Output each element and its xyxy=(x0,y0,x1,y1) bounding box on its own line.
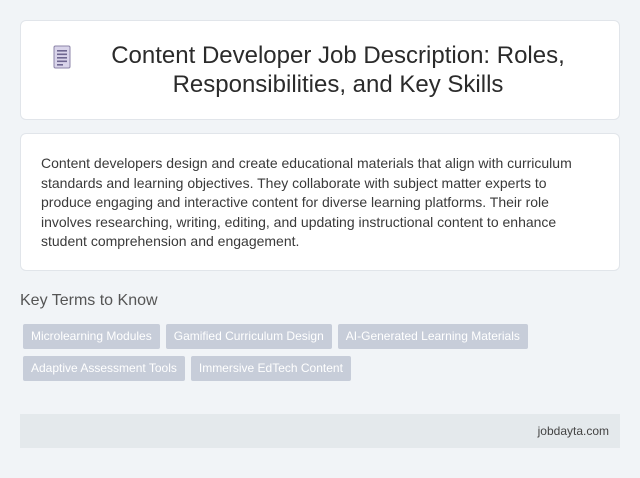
title-row: Content Developer Job Description: Roles… xyxy=(51,41,589,99)
footer: jobdayta.com xyxy=(20,414,620,448)
page: Content Developer Job Description: Roles… xyxy=(0,0,640,478)
footer-site-link[interactable]: jobdayta.com xyxy=(538,424,609,438)
tag-microlearning-modules[interactable]: Microlearning Modules xyxy=(23,324,160,349)
tag-gamified-curriculum-design[interactable]: Gamified Curriculum Design xyxy=(165,324,332,349)
tag-immersive-edtech-content[interactable]: Immersive EdTech Content xyxy=(190,356,351,381)
tag-ai-generated-learning-materials[interactable]: AI-Generated Learning Materials xyxy=(337,324,528,349)
description-card: Content developers design and create edu… xyxy=(20,133,620,271)
description-text: Content developers design and create edu… xyxy=(41,155,572,250)
page-title: Content Developer Job Description: Roles… xyxy=(111,42,565,98)
key-terms-heading: Key Terms to Know xyxy=(20,292,158,309)
document-icon xyxy=(53,45,71,69)
tag-row: Adaptive Assessment Tools Immersive EdTe… xyxy=(23,356,623,381)
tag-adaptive-assessment-tools[interactable]: Adaptive Assessment Tools xyxy=(23,356,185,381)
title-card: Content Developer Job Description: Roles… xyxy=(20,20,620,120)
tag-row: Microlearning Modules Gamified Curriculu… xyxy=(23,324,623,349)
key-terms-tags: Microlearning Modules Gamified Curriculu… xyxy=(23,324,623,388)
